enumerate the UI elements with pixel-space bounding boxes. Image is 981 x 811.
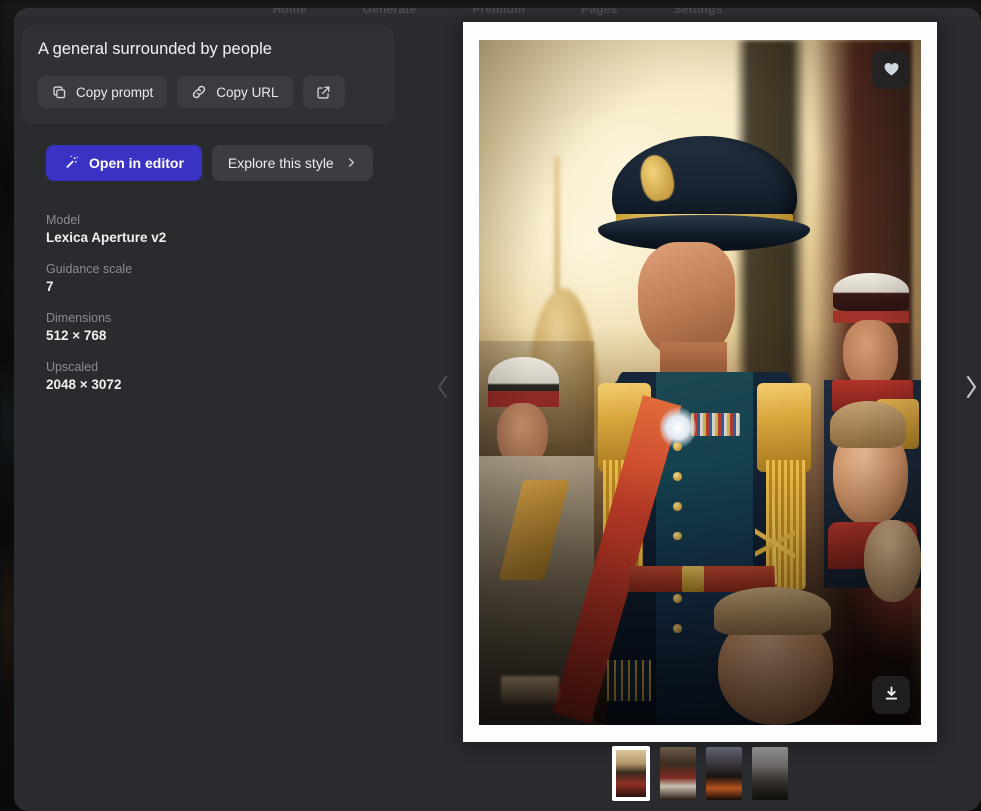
image-detail-modal: Home Generate Premium Pages Settings A g…	[14, 8, 981, 811]
nav-item-generate[interactable]: Generate	[363, 8, 417, 16]
thumbnail-variation-3[interactable]	[705, 746, 742, 800]
copy-url-button[interactable]: Copy URL	[177, 76, 293, 109]
meta-value: 512 × 768	[46, 328, 107, 344]
copy-prompt-label: Copy prompt	[76, 84, 154, 100]
copy-icon	[52, 85, 67, 100]
link-icon	[191, 84, 207, 100]
chevron-left-icon	[435, 374, 451, 403]
meta-value: Lexica Aperture v2	[46, 230, 167, 246]
download-icon	[883, 685, 900, 705]
thumbnail-variation-4[interactable]	[751, 746, 788, 800]
generated-image[interactable]	[479, 40, 921, 725]
image-vignette	[479, 40, 921, 725]
heart-icon	[883, 61, 900, 80]
chevron-right-icon	[346, 155, 357, 171]
meta-item-model: Model Lexica Aperture v2	[46, 213, 394, 245]
explore-style-button[interactable]: Explore this style	[211, 145, 373, 182]
chevron-right-icon	[963, 374, 979, 403]
meta-value: 7	[46, 279, 54, 295]
explore-style-label: Explore this style	[227, 155, 334, 172]
thumbnail-variation-2[interactable]	[659, 746, 696, 800]
open-in-editor-button[interactable]: Open in editor	[46, 145, 202, 182]
meta-label: Dimensions	[46, 311, 112, 326]
nav-item-home[interactable]: Home	[273, 8, 307, 16]
meta-label: Model	[46, 213, 81, 228]
open-in-editor-label: Open in editor	[89, 155, 184, 172]
thumbnail-strip	[418, 742, 981, 804]
prompt-text: A general surrounded by people	[38, 40, 272, 58]
copy-prompt-button[interactable]: Copy prompt	[38, 76, 168, 109]
previous-image-button[interactable]	[428, 371, 458, 405]
next-image-button[interactable]	[956, 371, 981, 405]
external-link-icon	[316, 85, 331, 100]
copy-url-label: Copy URL	[216, 84, 279, 100]
image-frame	[463, 22, 937, 742]
download-button[interactable]	[872, 676, 910, 714]
prompt-card: A general surrounded by people Copy prom…	[22, 25, 394, 125]
like-button[interactable]	[872, 51, 910, 89]
meta-item-dimensions: Dimensions 512 × 768	[46, 311, 394, 343]
meta-item-guidance-scale: Guidance scale 7	[46, 262, 394, 294]
prompt-actions: Copy prompt Copy URL	[38, 76, 378, 109]
meta-value: 2048 × 3072	[46, 377, 122, 393]
details-panel: A general surrounded by people Copy prom…	[22, 25, 394, 409]
image-watermark	[501, 675, 559, 704]
meta-label: Guidance scale	[46, 262, 133, 277]
primary-actions: Open in editor Explore this style	[22, 145, 394, 182]
metadata-list: Model Lexica Aperture v2 Guidance scale …	[22, 213, 394, 392]
image-viewer	[418, 8, 981, 811]
meta-item-upscaled: Upscaled 2048 × 3072	[46, 360, 394, 392]
meta-label: Upscaled	[46, 360, 99, 375]
magic-wand-icon	[64, 154, 79, 172]
open-external-button[interactable]	[302, 76, 345, 109]
thumbnail-variation-1[interactable]	[611, 745, 650, 801]
